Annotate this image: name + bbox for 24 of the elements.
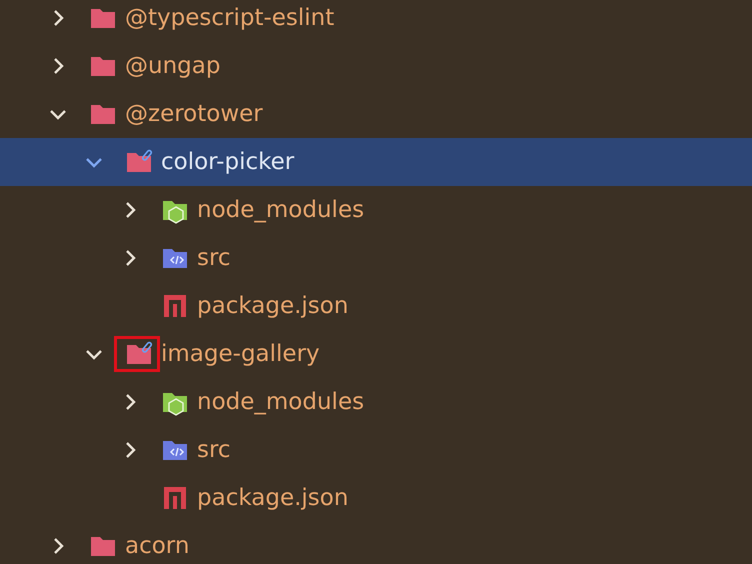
tree-item-label: package.json [197, 292, 348, 321]
tree-row[interactable]: @zerotower [0, 90, 752, 138]
tree-row[interactable]: package.json [0, 282, 752, 330]
tree-item-label: color-picker [161, 148, 294, 177]
tree-row[interactable]: src [0, 234, 752, 282]
tree-row[interactable]: package.json [0, 474, 752, 522]
tree-row[interactable]: node_modules [0, 378, 752, 426]
tree-row[interactable]: @ungap [0, 42, 752, 90]
tree-row[interactable]: @typescript-eslint [0, 0, 752, 42]
tree-item-label: package.json [197, 484, 348, 513]
tree-item-label: acorn [125, 532, 190, 561]
tree-item-label: @ungap [125, 52, 220, 81]
tree-item-label: image-gallery [161, 340, 320, 369]
tree-item-label: src [197, 244, 231, 273]
tree-row[interactable]: node_modules [0, 186, 752, 234]
tree-row[interactable]: color-picker [0, 138, 752, 186]
tree-item-label: @typescript-eslint [125, 4, 334, 33]
tree-row[interactable]: image-gallery [0, 330, 752, 378]
tree-row[interactable]: acorn [0, 522, 752, 564]
tree-row[interactable]: src [0, 426, 752, 474]
tree-item-label: node_modules [197, 196, 364, 225]
tree-item-label: node_modules [197, 388, 364, 417]
tree-item-label: @zerotower [125, 100, 263, 129]
tree-item-label: src [197, 436, 231, 465]
